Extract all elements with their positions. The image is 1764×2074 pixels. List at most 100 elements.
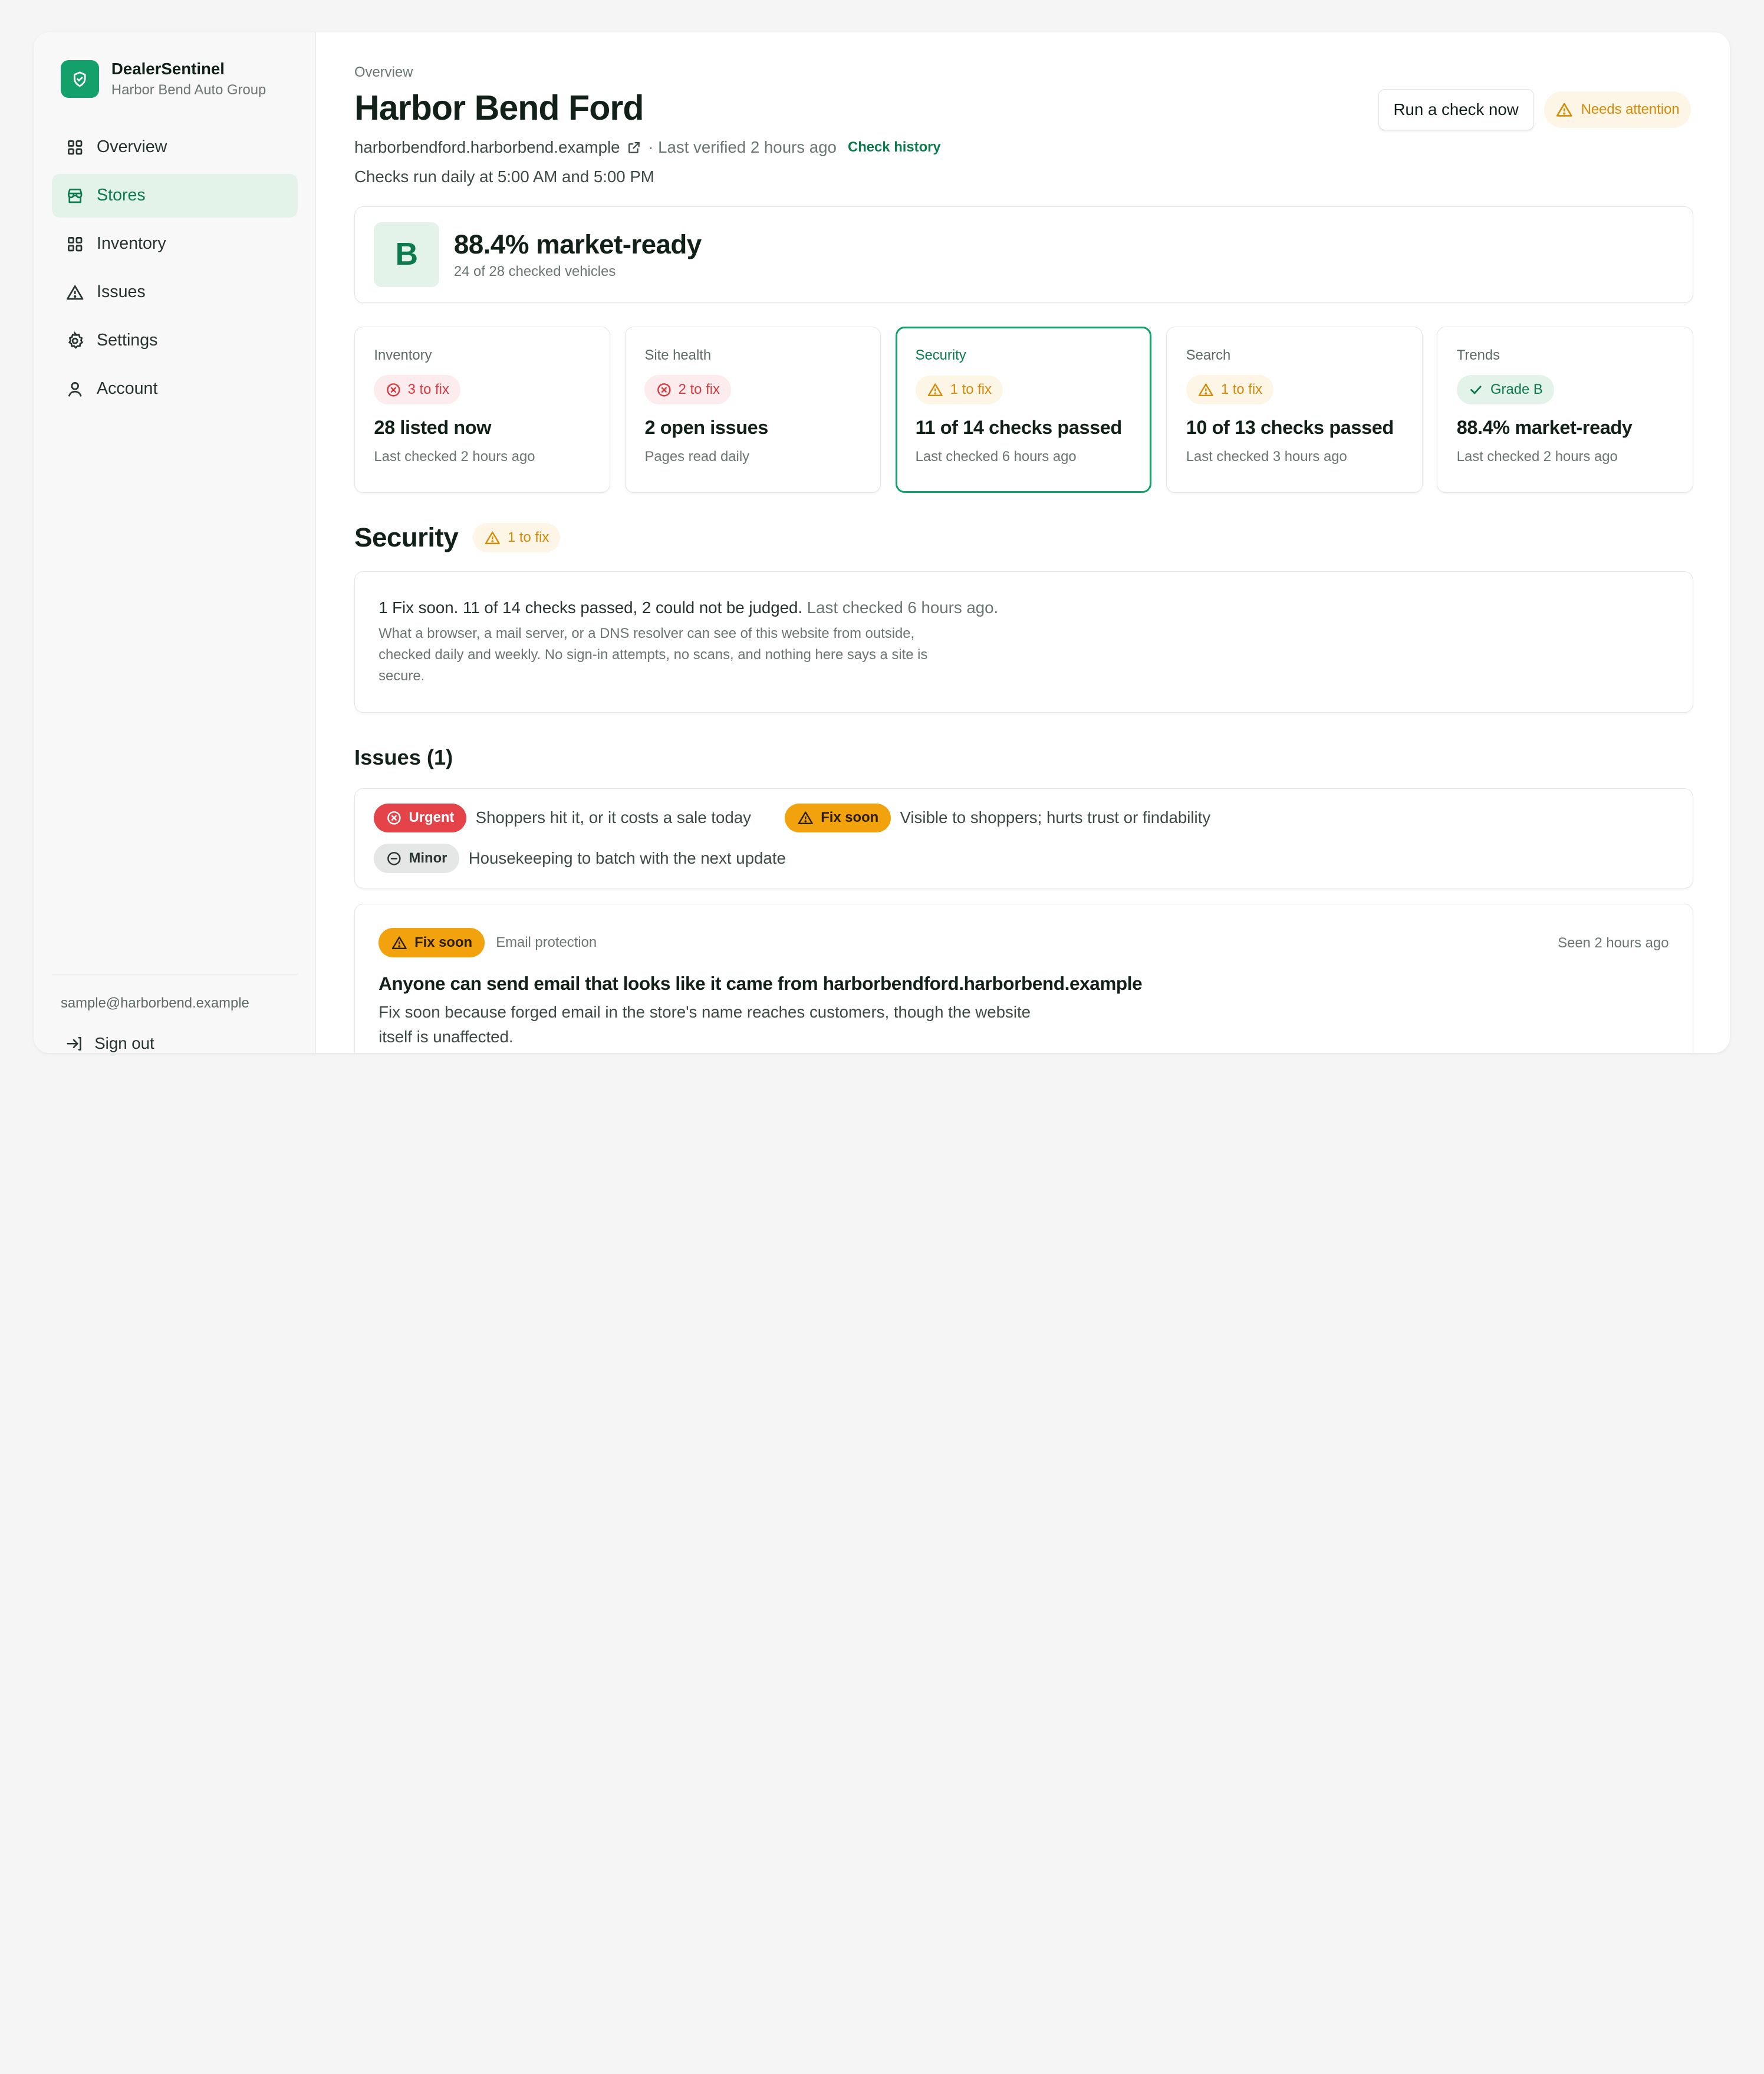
chip-label: Grade B xyxy=(1490,381,1543,398)
sidebar: DealerSentinel Harbor Bend Auto Group Ov… xyxy=(34,32,317,1053)
card-subtext: Last checked 3 hours ago xyxy=(1186,449,1347,465)
sidebar-item-label: Settings xyxy=(97,331,158,350)
card-subtext: Last checked 2 hours ago xyxy=(374,449,535,465)
grid-icon xyxy=(67,140,83,154)
warning-icon xyxy=(798,811,813,825)
grade-chip: Grade B xyxy=(1456,375,1554,405)
warning-icon xyxy=(1198,383,1213,396)
badge-label: Fix soon xyxy=(414,934,473,951)
sidebar-item-inventory[interactable]: Inventory xyxy=(52,222,298,266)
gear-icon xyxy=(68,331,83,349)
urgent-badge: Urgent xyxy=(374,803,467,833)
store-meta: harborbendford.harborbend.example · Last… xyxy=(354,138,1693,157)
legend-row: Urgent Shoppers hit it, or it costs a sa… xyxy=(374,802,1673,834)
last-verified: · Last verified 2 hours ago xyxy=(648,138,837,157)
app-window: DealerSentinel Harbor Bend Auto Group Ov… xyxy=(34,32,1730,1053)
sidebar-item-settings[interactable]: Settings xyxy=(52,319,298,363)
breadcrumb[interactable]: Overview xyxy=(354,64,1693,81)
sidebar-item-label: Account xyxy=(97,379,158,399)
card-value: 11 of 14 checks passed xyxy=(915,417,1123,439)
run-check-button[interactable]: Run a check now xyxy=(1378,88,1534,131)
fix-count-chip: 1 to fix xyxy=(1186,375,1274,405)
issues-title: Issues (1) xyxy=(354,745,453,770)
card-label: Site health xyxy=(644,347,712,364)
chip-label: 1 to fix xyxy=(950,381,992,398)
card-security[interactable]: Security 1 to fix 11 of 14 checks passed… xyxy=(896,327,1152,493)
issue-seen-time: Seen 2 hours ago xyxy=(1558,934,1669,951)
warning-icon xyxy=(391,936,407,949)
security-section-header: Security 1 to fix xyxy=(354,522,1693,553)
fix-soon-badge: Fix soon xyxy=(785,803,891,833)
summary-text: 1 Fix soon. 11 of 14 checks passed, 2 co… xyxy=(379,598,803,617)
card-value: 10 of 13 checks passed xyxy=(1186,417,1394,439)
fix-soon-badge: Fix soon xyxy=(379,928,485,957)
legend-text: Shoppers hit it, or it costs a sale toda… xyxy=(475,808,751,827)
sidebar-item-issues[interactable]: Issues xyxy=(52,271,298,314)
store-domain[interactable]: harborbendford.harborbend.example xyxy=(354,138,620,157)
x-circle-icon xyxy=(387,811,401,825)
sidebar-item-label: Issues xyxy=(97,282,146,302)
severity-legend: Urgent Shoppers hit it, or it costs a sa… xyxy=(354,788,1693,888)
sidebar-nav: Overview Stores Inventory Issues Setting… xyxy=(51,126,298,411)
brand-subtitle: Harbor Bend Auto Group xyxy=(111,81,266,98)
sidebar-item-stores[interactable]: Stores xyxy=(51,173,298,218)
security-summary: 1 Fix soon. 11 of 14 checks passed, 2 co… xyxy=(379,598,1668,617)
sidebar-item-account[interactable]: Account xyxy=(52,367,298,411)
card-label: Search xyxy=(1186,347,1231,364)
security-summary-card: 1 Fix soon. 11 of 14 checks passed, 2 co… xyxy=(354,571,1693,713)
badge-label: Urgent xyxy=(409,809,455,826)
score-card: B 88.4% market-ready 24 of 28 checked ve… xyxy=(354,206,1693,303)
store-icon xyxy=(67,188,83,203)
grade-badge: B xyxy=(374,222,440,288)
brand: DealerSentinel Harbor Bend Auto Group xyxy=(52,60,298,98)
chip-label: 1 to fix xyxy=(508,529,549,545)
card-trends[interactable]: Trends Grade B 88.4% market-ready Last c… xyxy=(1437,327,1693,493)
card-label: Inventory xyxy=(374,347,432,364)
x-circle-icon xyxy=(386,383,400,397)
check-history-link[interactable]: Check history xyxy=(848,139,941,156)
legend-text: Visible to shoppers; hurts trust or find… xyxy=(900,808,1211,827)
issue-description: Fix soon because forged email in the sto… xyxy=(379,1003,1031,1046)
issue-title[interactable]: Anyone can send email that looks like it… xyxy=(379,973,1668,995)
fix-count-chip: 2 to fix xyxy=(644,375,731,405)
sidebar-item-label: Stores xyxy=(97,186,146,205)
chip-label: 3 to fix xyxy=(407,381,449,398)
minor-badge: Minor xyxy=(374,844,460,873)
security-description: What a browser, a mail server, or a DNS … xyxy=(379,625,928,684)
section-title: Security xyxy=(354,522,459,552)
card-subtext: Last checked 2 hours ago xyxy=(1456,449,1618,465)
sidebar-item-label: Inventory xyxy=(97,234,166,254)
chip-label: 2 to fix xyxy=(678,381,720,398)
warning-icon xyxy=(1556,103,1572,117)
chip-label: 1 to fix xyxy=(1220,381,1263,398)
badge-label: Fix soon xyxy=(821,809,879,826)
card-inventory[interactable]: Inventory 3 to fix 28 listed now Last ch… xyxy=(354,327,611,493)
status-label: Needs attention xyxy=(1581,101,1680,117)
user-email: sample@harborbend.example xyxy=(61,995,249,1011)
card-site-health[interactable]: Site health 2 to fix 2 open issues Pages… xyxy=(625,327,881,493)
legend-text: Housekeeping to batch with the next upda… xyxy=(468,849,786,868)
fix-count-chip: 1 to fix xyxy=(915,375,1003,405)
summary-time: Last checked 6 hours ago. xyxy=(807,598,999,617)
x-circle-icon xyxy=(657,383,671,397)
issue-item[interactable]: Fix soon Email protection Seen 2 hours a… xyxy=(354,904,1693,1053)
card-label: Security xyxy=(915,347,966,364)
score-detail: 24 of 28 checked vehicles xyxy=(453,263,616,279)
sidebar-item-label: Overview xyxy=(97,137,167,157)
card-subtext: Last checked 6 hours ago xyxy=(915,449,1077,465)
fix-count-chip: 3 to fix xyxy=(374,375,460,405)
minus-circle-icon xyxy=(387,851,401,865)
grid-icon xyxy=(67,236,83,252)
sign-out-icon xyxy=(67,1036,81,1051)
summary-cards: Inventory 3 to fix 28 listed now Last ch… xyxy=(354,327,1693,493)
card-subtext: Pages read daily xyxy=(644,449,750,465)
external-link-icon[interactable] xyxy=(627,140,641,155)
card-label: Trends xyxy=(1456,347,1500,364)
status-badge: Needs attention xyxy=(1544,91,1691,128)
issue-header: Fix soon Email protection xyxy=(379,928,1668,957)
card-search[interactable]: Search 1 to fix 10 of 13 checks passed L… xyxy=(1166,327,1423,493)
badge-label: Minor xyxy=(409,850,447,867)
sidebar-item-overview[interactable]: Overview xyxy=(52,126,298,169)
sign-out-button[interactable]: Sign out xyxy=(52,1034,298,1053)
score-headline: 88.4% market-ready xyxy=(453,229,702,260)
